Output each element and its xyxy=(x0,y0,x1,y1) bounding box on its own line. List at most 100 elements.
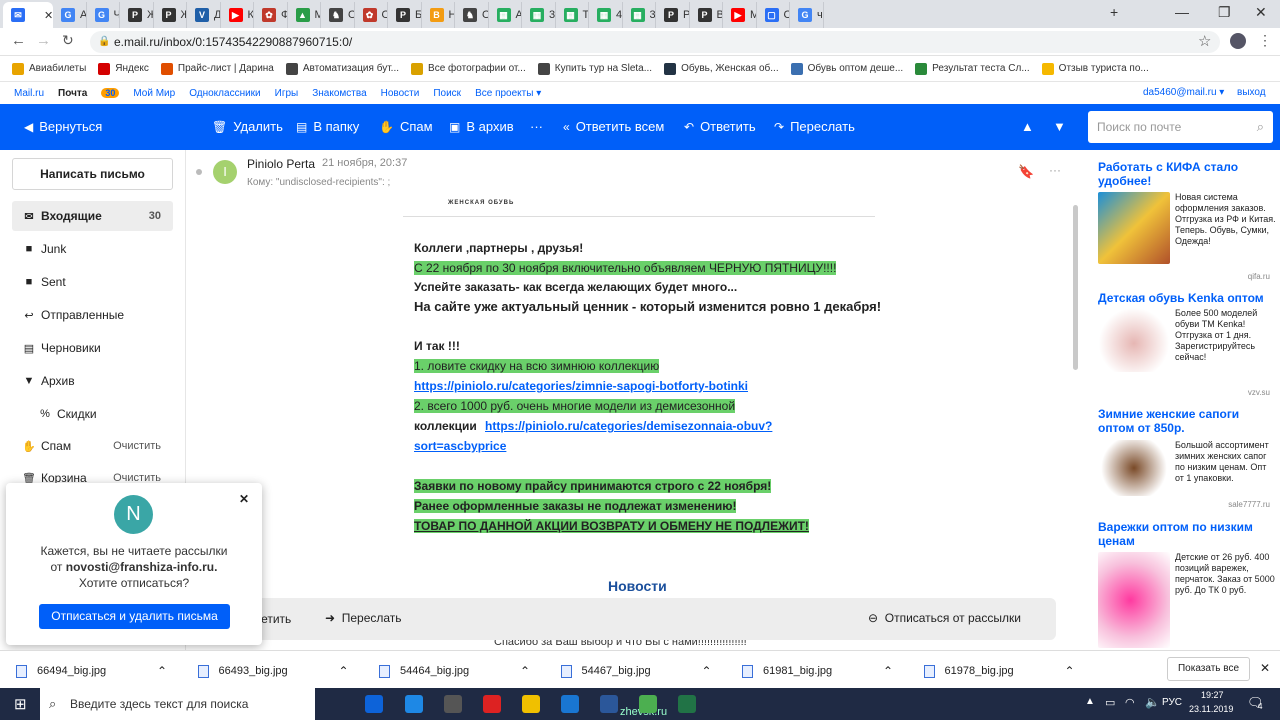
bookmark-flag-icon[interactable]: 🔖 xyxy=(1018,164,1034,180)
delete-button[interactable]: 🗑 Удалить xyxy=(212,119,283,134)
archive-button[interactable]: ▣ В архив xyxy=(449,119,514,134)
minimize-button[interactable]: — xyxy=(1175,4,1189,20)
download-item[interactable]: 54464_big.jpg ⌃ xyxy=(379,664,530,678)
mail-app-icon[interactable] xyxy=(561,695,579,713)
reload-icon[interactable]: ↻ xyxy=(62,32,74,49)
user-menu[interactable]: da5460@mail.ru ▾ xyxy=(1143,87,1224,98)
bookmark-item[interactable]: Купить тур на Sleta... xyxy=(537,62,652,75)
browser-tab[interactable]: ▦3-к xyxy=(623,2,656,28)
browser-tab[interactable]: PЖе xyxy=(120,2,154,28)
more-button[interactable]: ··· xyxy=(530,119,543,134)
close-icon[interactable]: ✕ xyxy=(239,492,249,506)
download-options-chevron-icon[interactable]: ⌃ xyxy=(702,664,712,678)
browser-tab[interactable]: ▦Та xyxy=(556,2,589,28)
unsubscribe-button[interactable]: ⊖ Отписаться от рассылки xyxy=(868,611,1021,625)
download-options-chevron-icon[interactable]: ⌃ xyxy=(883,664,893,678)
ad-title[interactable]: Детская обувь Kenka оптом xyxy=(1098,291,1268,305)
link-demiseason-collection-cont[interactable]: sort=ascbyprice xyxy=(414,439,506,453)
compose-button[interactable]: Написать письмо xyxy=(12,158,173,190)
portal-link-moi-mir[interactable]: Мой Мир xyxy=(133,88,175,99)
tray-chevron-icon[interactable]: ▲ xyxy=(1085,696,1095,707)
browser-tab[interactable]: ♞Од xyxy=(455,2,489,28)
browser-tab[interactable]: GAV xyxy=(53,2,87,28)
folder-sent[interactable]: ↩ Отправленные xyxy=(12,300,173,330)
browser-tab[interactable]: PБо xyxy=(388,2,422,28)
maximize-button[interactable]: ❐ xyxy=(1218,4,1231,21)
browser-tab[interactable]: ▶Ка xyxy=(221,2,254,28)
edge-icon[interactable] xyxy=(405,695,423,713)
browser-tab[interactable]: ▦4-к xyxy=(589,2,623,28)
browser-tab[interactable]: PЖе xyxy=(154,2,187,28)
bookmark-item[interactable]: Обувь, Женская об... xyxy=(664,62,779,75)
download-options-chevron-icon[interactable]: ⌃ xyxy=(1065,664,1075,678)
browser-tab[interactable]: Gчер xyxy=(790,2,824,28)
quick-forward-button[interactable]: ➜ Переслать xyxy=(325,611,402,625)
portal-link-games[interactable]: Игры xyxy=(275,88,299,99)
ad-title[interactable]: Варежки оптом по низким ценам xyxy=(1098,520,1268,548)
next-message-button[interactable]: ▼ xyxy=(1053,119,1066,134)
ad-title[interactable]: Зимние женские сапоги оптом от 850р. xyxy=(1098,407,1268,435)
folder-sent-en[interactable]: ■ Sent xyxy=(12,267,173,297)
download-item[interactable]: 66493_big.jpg ⌃ xyxy=(197,664,349,678)
bookmark-star-icon[interactable]: ☆ xyxy=(1198,32,1211,50)
ad-image[interactable] xyxy=(1098,308,1170,372)
move-to-folder-button[interactable]: ▤ В папку xyxy=(296,119,359,134)
windows-start-icon[interactable]: ⊞ xyxy=(14,695,27,713)
browser-tab[interactable]: ▶Ма xyxy=(723,2,757,28)
browser-tab[interactable]: ✿Од xyxy=(355,2,388,28)
browser-tab[interactable]: GЧЕ xyxy=(87,2,120,28)
download-options-chevron-icon[interactable]: ⌃ xyxy=(520,664,530,678)
close-tab-icon[interactable]: ✕ xyxy=(44,9,53,22)
scrollbar[interactable] xyxy=(1073,205,1078,370)
link-demiseason-collection[interactable]: https://piniolo.ru/categories/demisezonn… xyxy=(485,419,772,433)
download-options-chevron-icon[interactable]: ⌃ xyxy=(339,664,349,678)
browser-tab[interactable]: ✉ ✕ xyxy=(3,2,53,28)
profile-avatar[interactable] xyxy=(1230,33,1246,49)
sender-name[interactable]: Piniolo Perta xyxy=(247,157,315,171)
browser-tab[interactable]: ✿Фо xyxy=(254,2,288,28)
network-icon[interactable]: ▭ xyxy=(1105,696,1115,709)
bookmark-item[interactable]: Отзыв туриста по... xyxy=(1041,62,1149,75)
bookmark-item[interactable]: Авиабилеты xyxy=(12,62,86,75)
download-options-chevron-icon[interactable]: ⌃ xyxy=(157,664,167,678)
url-field[interactable]: 🔒 e.mail.ru/inbox/0:15743542290887960715… xyxy=(90,31,1220,53)
volume-icon[interactable]: 🔈 xyxy=(1145,695,1160,709)
folder-discounts[interactable]: % Скидки xyxy=(12,399,173,429)
message-more-icon[interactable]: ··· xyxy=(1049,163,1061,177)
portal-link-ok[interactable]: Одноклассники xyxy=(189,88,260,99)
task-view-icon[interactable] xyxy=(326,695,344,713)
browser-tab[interactable]: VДе xyxy=(187,2,221,28)
ad-image[interactable] xyxy=(1098,440,1170,496)
browser-tab[interactable]: ▲Мс xyxy=(288,2,321,28)
ad-image[interactable] xyxy=(1098,552,1170,648)
bookmark-item[interactable]: Обувь оптом деше... xyxy=(790,62,903,75)
ad-image[interactable] xyxy=(1098,192,1170,264)
browser-tab[interactable]: ♞Од xyxy=(321,2,355,28)
folder-junk[interactable]: ■ Junk xyxy=(12,234,173,264)
bookmark-item[interactable]: Результат теста Сл... xyxy=(915,62,1030,75)
folder-inbox[interactable]: ✉ Входящие 30 xyxy=(12,201,173,231)
browser-tab[interactable]: BНа xyxy=(422,2,455,28)
folder-archive[interactable]: ▼ Архив xyxy=(12,366,173,396)
portal-link-search[interactable]: Поиск xyxy=(433,88,461,99)
download-item[interactable]: 66494_big.jpg ⌃ xyxy=(16,664,167,678)
browser-tab[interactable]: PВы xyxy=(690,2,723,28)
mail-search-input[interactable]: Поиск по почте ⌕ xyxy=(1088,111,1273,143)
browser-tab[interactable]: PPir xyxy=(656,2,690,28)
link-winter-collection[interactable]: https://piniolo.ru/categories/zimnie-sap… xyxy=(414,379,748,393)
new-tab-button[interactable]: + xyxy=(1110,4,1118,20)
dropbox-icon[interactable] xyxy=(365,695,383,713)
unsubscribe-delete-button[interactable]: Отписаться и удалить письма xyxy=(39,604,230,629)
portal-link-news[interactable]: Новости xyxy=(381,88,420,99)
clear-spam-link[interactable]: Очистить xyxy=(113,440,161,452)
spam-button[interactable]: ✋ Спам xyxy=(379,119,433,134)
reply-button[interactable]: ↶ Ответить xyxy=(684,119,756,134)
chrome-icon[interactable] xyxy=(639,695,657,713)
portal-link-mailru[interactable]: Mail.ru xyxy=(14,88,44,99)
opera-icon[interactable] xyxy=(483,695,501,713)
show-all-button[interactable]: Показать все xyxy=(1167,657,1250,681)
browser-tab[interactable]: ▦Ав xyxy=(489,2,522,28)
logout-link[interactable]: выход xyxy=(1237,87,1266,98)
read-status-dot[interactable] xyxy=(196,169,202,175)
bookmark-item[interactable]: Прайс-лист | Дарина xyxy=(160,62,274,75)
